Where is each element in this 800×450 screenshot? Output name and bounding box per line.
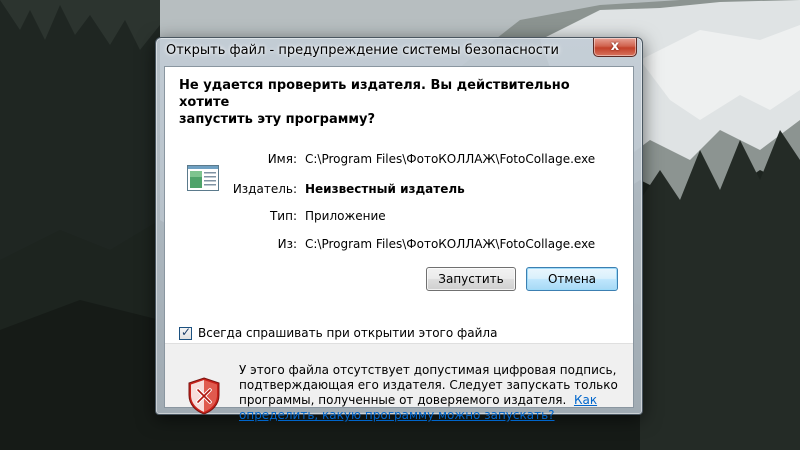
- close-button[interactable]: x: [593, 38, 637, 57]
- run-button[interactable]: Запустить: [426, 267, 516, 291]
- publisher-label: Издатель:: [232, 182, 297, 196]
- checkbox-checked-icon: ✓: [180, 325, 192, 339]
- security-shield-x-icon: [188, 377, 220, 415]
- warning-line-4: определить, какую программу можно запуск…: [239, 408, 631, 423]
- close-icon: x: [610, 39, 620, 54]
- program-window-icon: [187, 165, 219, 191]
- always-ask-label[interactable]: Всегда спрашивать при открытии этого фай…: [198, 326, 497, 340]
- type-value: Приложение: [305, 209, 386, 223]
- how-to-decide-link[interactable]: определить, какую программу можно запуск…: [239, 408, 555, 422]
- title-bar[interactable]: Открыть файл - предупреждение системы бе…: [156, 38, 642, 64]
- name-value: C:\Program Files\ФотоКОЛЛАЖ\FotoCollage.…: [305, 152, 596, 166]
- unsigned-warning-text: У этого файла отсутствует допустимая циф…: [239, 363, 631, 423]
- warning-line-3: программы, полученные от доверяемого изд…: [239, 393, 631, 408]
- heading-line-1: Не удается проверить издателя. Вы действ…: [179, 78, 570, 110]
- warning-line-3-text: программы, полученные от доверяемого изд…: [239, 393, 567, 407]
- window-title: Открыть файл - предупреждение системы бе…: [166, 43, 559, 58]
- warning-line-2: подтверждающая его издателя. Следует зап…: [239, 378, 618, 392]
- security-warning-dialog: Открыть файл - предупреждение системы бе…: [155, 37, 643, 422]
- dialog-heading: Не удается проверить издателя. Вы действ…: [179, 77, 619, 128]
- from-value: C:\Program Files\ФотоКОЛЛАЖ\FotoCollage.…: [305, 237, 596, 251]
- heading-line-2: запустить эту программу?: [179, 112, 376, 127]
- how-to-decide-link-start[interactable]: Как: [574, 393, 597, 407]
- always-ask-checkbox[interactable]: ✓: [179, 325, 192, 340]
- name-label: Имя:: [267, 152, 297, 166]
- dialog-content: Не удается проверить издателя. Вы действ…: [164, 66, 634, 422]
- warning-line-1: У этого файла отсутствует допустимая циф…: [239, 363, 617, 377]
- publisher-value: Неизвестный издатель: [305, 182, 465, 196]
- from-label: Из:: [277, 237, 297, 251]
- type-label: Тип:: [269, 209, 297, 223]
- cancel-button[interactable]: Отмена: [526, 267, 618, 291]
